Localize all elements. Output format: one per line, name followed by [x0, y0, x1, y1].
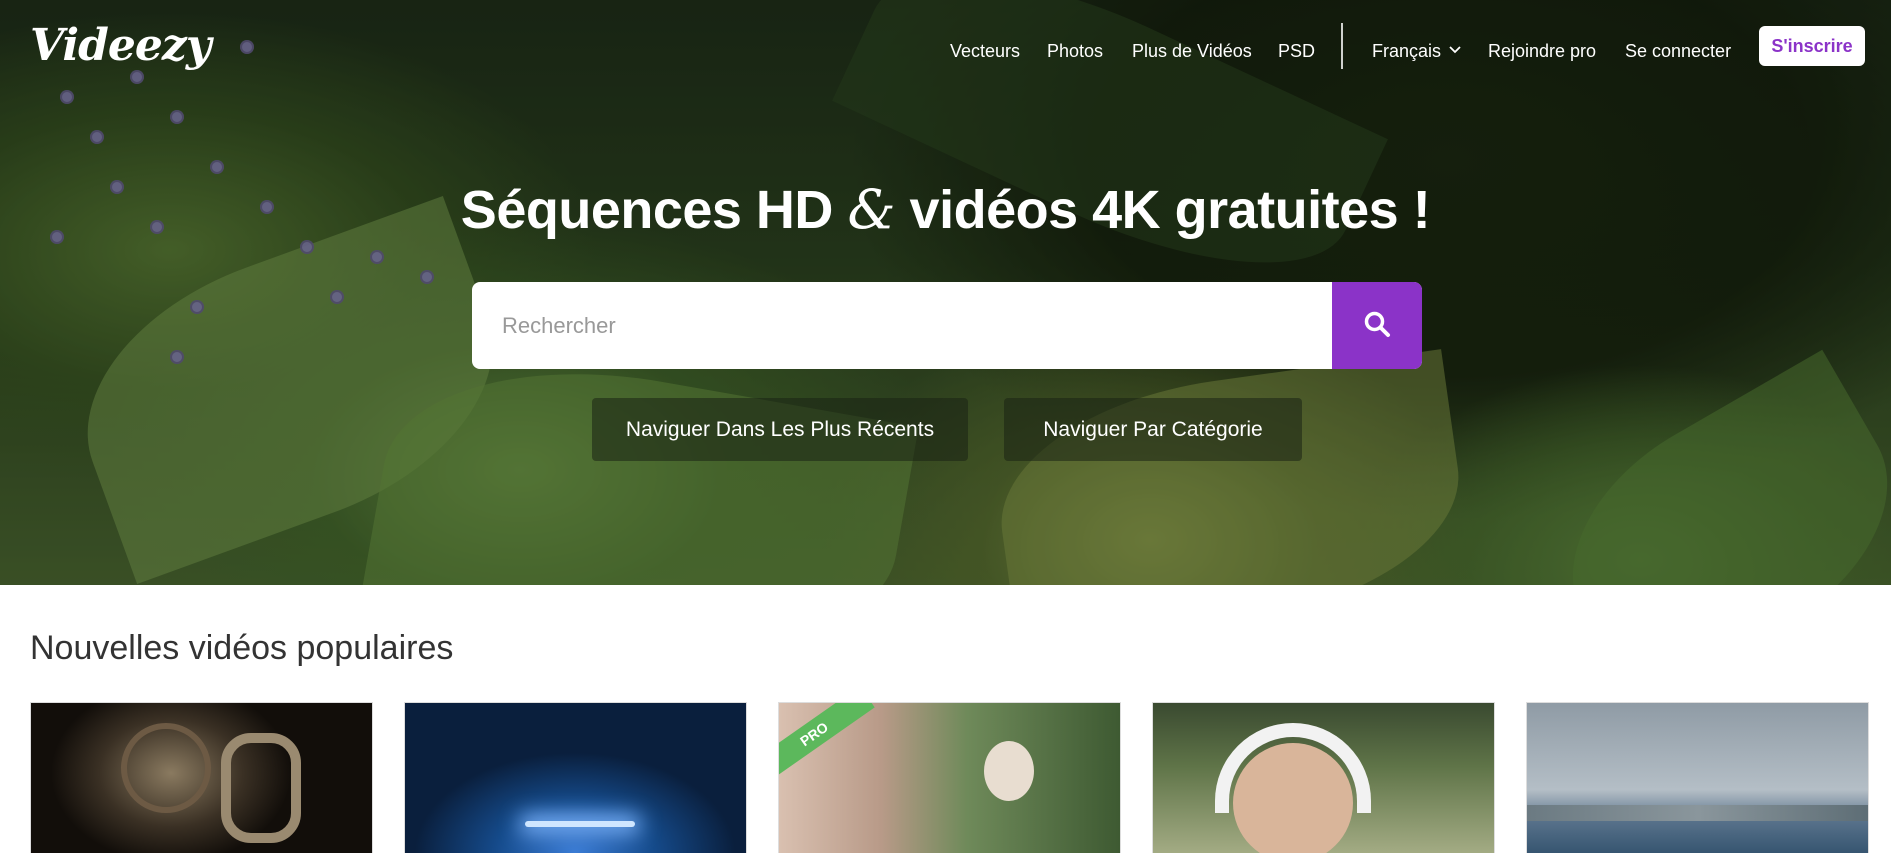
thumbnail-lock-shape — [121, 723, 211, 813]
videezy-logo[interactable]: Videezy — [30, 20, 211, 71]
hero-title-part1: Séquences HD — [460, 180, 834, 240]
video-thumbnail[interactable] — [30, 702, 373, 853]
nav-link-more-videos[interactable]: Plus de Vidéos — [1132, 41, 1252, 62]
nav-link-vectors[interactable]: Vecteurs — [950, 41, 1020, 62]
hero-title-part2: vidéos 4K gratuites ! — [909, 180, 1431, 240]
thumbnail-skyline-shape — [1527, 805, 1868, 821]
search-bar — [472, 282, 1422, 369]
nav-link-join-pro[interactable]: Rejoindre pro — [1488, 41, 1596, 62]
nav-link-photos[interactable]: Photos — [1047, 41, 1103, 62]
search-button[interactable] — [1332, 282, 1422, 369]
video-thumbnail[interactable] — [1152, 702, 1495, 853]
hero-title-amp: & — [847, 178, 896, 241]
thumbnail-glow-shape — [525, 821, 635, 827]
thumbnail-person-shape — [984, 741, 1034, 801]
browse-category-button[interactable]: Naviguer Par Catégorie — [1004, 398, 1302, 461]
language-select[interactable]: Français — [1372, 38, 1461, 64]
hero-title: Séquences HD & vidéos 4K gratuites ! — [0, 178, 1891, 241]
nav-more-videos[interactable]: Plus de Vidéos — [1132, 38, 1252, 64]
pro-badge: PRO — [779, 703, 875, 782]
nav-photos[interactable]: Photos — [1047, 38, 1103, 64]
video-thumbnail[interactable]: PRO — [778, 702, 1121, 853]
browse-recent-button[interactable]: Naviguer Dans Les Plus Récents — [592, 398, 968, 461]
nav-link-psd[interactable]: PSD — [1278, 41, 1315, 62]
search-input[interactable] — [472, 282, 1332, 369]
chevron-down-icon — [1449, 43, 1461, 57]
thumbnail-shackle-shape — [221, 733, 301, 843]
language-label[interactable]: Français — [1372, 41, 1441, 62]
video-thumbnail[interactable] — [404, 702, 747, 853]
section-title: Nouvelles vidéos populaires — [30, 629, 454, 667]
nav-vectors[interactable]: Vecteurs — [950, 38, 1020, 64]
nav-link-login[interactable]: Se connecter — [1625, 41, 1731, 62]
headphones-icon — [1215, 723, 1371, 813]
nav-join-pro[interactable]: Rejoindre pro — [1488, 38, 1596, 64]
nav-divider — [1341, 23, 1343, 69]
nav-login[interactable]: Se connecter — [1625, 38, 1731, 64]
search-icon — [1363, 310, 1391, 341]
signup-button[interactable]: S'inscrire — [1759, 26, 1865, 66]
video-thumbnail[interactable] — [1526, 702, 1869, 853]
nav-psd[interactable]: PSD — [1278, 38, 1315, 64]
